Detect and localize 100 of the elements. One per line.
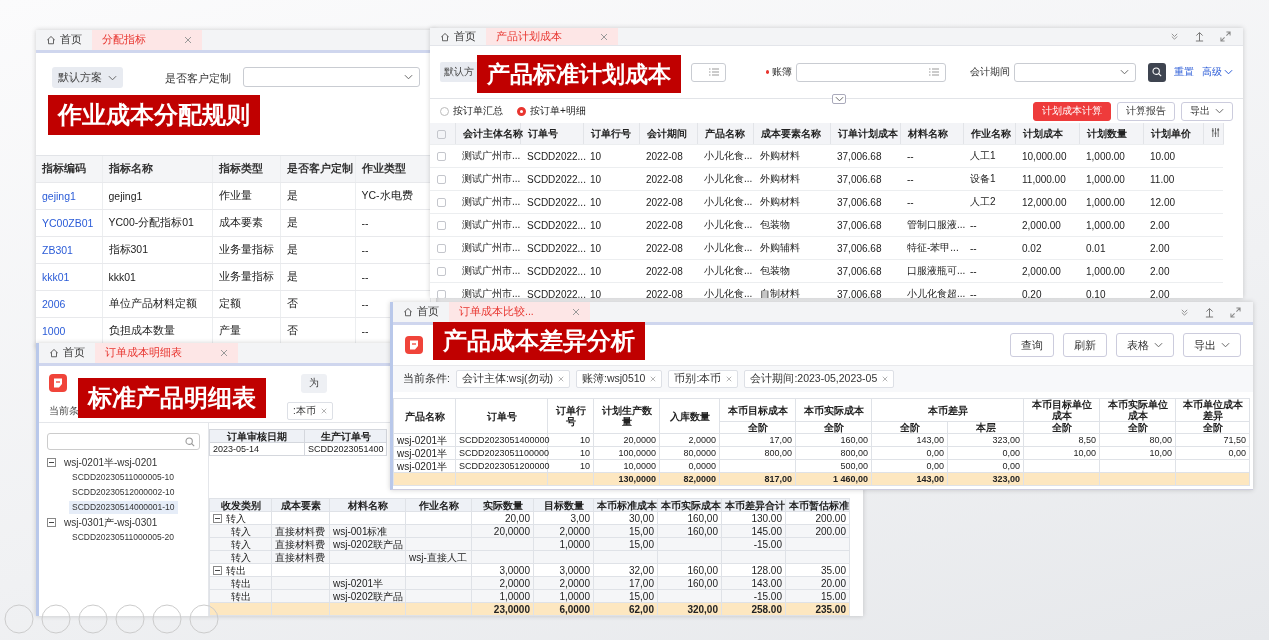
caret-icon: [108, 74, 117, 81]
checkbox[interactable]: [437, 244, 446, 254]
search-button[interactable]: [1148, 62, 1166, 82]
column-header: 本币差异合计: [721, 498, 786, 512]
tree-item[interactable]: SCDD20230511000005-20: [69, 531, 177, 544]
more-icon[interactable]: [189, 604, 219, 634]
checkbox[interactable]: [437, 129, 446, 139]
order-field[interactable]: [691, 62, 726, 82]
scheme-dropdown[interactable]: 默认方案: [52, 67, 123, 88]
collapse-icon[interactable]: [213, 565, 222, 575]
table-cell: 小儿化食...: [697, 167, 753, 191]
close-icon[interactable]: [600, 32, 608, 41]
pen-icon[interactable]: [78, 604, 108, 634]
title-banner: 标准产品明细表: [78, 378, 266, 418]
code-link[interactable]: gejing1: [42, 190, 76, 202]
previous-icon[interactable]: [4, 604, 34, 634]
button[interactable]: 计划成本计算: [1033, 101, 1111, 121]
table-cell: 定额: [212, 290, 280, 318]
close-icon[interactable]: [184, 36, 192, 44]
tab[interactable]: 订单成本明细表: [95, 343, 238, 363]
table-cell: 12,000.00: [1015, 190, 1079, 214]
reset-link[interactable]: 重置: [1174, 65, 1194, 79]
upload-icon[interactable]: [1195, 31, 1204, 42]
column-header: 订单号: [455, 398, 548, 434]
dropdown-button[interactable]: 导出: [1183, 333, 1241, 357]
close-icon[interactable]: [320, 408, 327, 414]
code-link[interactable]: 1000: [42, 325, 66, 337]
slides-icon[interactable]: [115, 604, 145, 634]
checkbox[interactable]: [437, 175, 446, 185]
column-header: 作业类型: [355, 156, 430, 183]
close-icon[interactable]: [220, 349, 228, 357]
close-icon[interactable]: [650, 376, 657, 382]
button[interactable]: 计算报告: [1117, 101, 1175, 121]
tree-item[interactable]: SCDD20230512000002-10: [69, 486, 178, 499]
table-cell: 外购材料: [753, 167, 830, 191]
tab[interactable]: 首页: [36, 30, 92, 50]
next-icon[interactable]: [41, 604, 71, 634]
tree-item[interactable]: SCDD20230514000001-10: [69, 501, 178, 514]
code-link[interactable]: YC00ZB01: [42, 217, 94, 229]
collapse-icon[interactable]: [213, 513, 222, 523]
checkbox[interactable]: [437, 267, 446, 277]
table-cell: 测试广州市...: [455, 167, 520, 191]
dropdown-button[interactable]: 导出: [1181, 101, 1233, 121]
tab[interactable]: 分配指标: [92, 30, 202, 50]
column-header: 本币差异: [871, 398, 1024, 422]
radio-label: 按订单汇总: [453, 104, 503, 118]
search-icon: [185, 436, 195, 447]
search-icon[interactable]: [152, 604, 182, 634]
tree-item[interactable]: wsj-0301产-wsj-0301: [61, 516, 161, 529]
expand-toggle[interactable]: [832, 94, 846, 104]
condition-tag: 会计主体:wsj(勿动): [455, 370, 570, 388]
button[interactable]: 查询: [1010, 333, 1054, 357]
tab[interactable]: 订单成本比较...: [449, 302, 590, 322]
close-icon[interactable]: [558, 376, 564, 382]
period-select[interactable]: [1014, 62, 1137, 82]
button[interactable]: 为: [301, 373, 327, 393]
code-link[interactable]: ZB301: [42, 244, 73, 256]
table-cell: 800,00: [719, 446, 796, 460]
checkbox[interactable]: [437, 221, 446, 231]
checkbox[interactable]: [437, 198, 446, 208]
tab[interactable]: 产品计划成本: [486, 28, 618, 45]
collapse-icon[interactable]: [47, 458, 56, 467]
close-icon[interactable]: [571, 308, 580, 316]
table-cell: 2,0000: [659, 433, 720, 447]
table-cell: 测试广州市...: [455, 190, 520, 214]
ledger-field[interactable]: [796, 62, 946, 82]
checkbox[interactable]: [437, 152, 446, 162]
tab[interactable]: 首页: [39, 343, 95, 363]
upload-icon[interactable]: [1205, 306, 1214, 318]
collapse-icon[interactable]: [47, 518, 56, 527]
fullscreen-icon[interactable]: [1230, 306, 1241, 318]
tree-item[interactable]: wsj-0201半-wsj-0201: [61, 456, 161, 469]
column-header: 作业名称: [963, 123, 1015, 145]
search-field[interactable]: [47, 433, 200, 450]
column-header: 指标编码: [36, 156, 102, 183]
table-cell: 10: [583, 213, 639, 237]
checkbox[interactable]: [437, 290, 446, 298]
table-cell: SCDD2023051200000: [455, 459, 548, 473]
code-link[interactable]: kkk01: [42, 271, 70, 283]
table-cell: 0,00: [1175, 446, 1250, 460]
dropdown-button[interactable]: 表格: [1116, 333, 1174, 357]
close-icon[interactable]: [882, 376, 889, 382]
column-settings-icon[interactable]: [1210, 128, 1220, 137]
tab[interactable]: 首页: [430, 28, 486, 45]
table-cell: 是: [280, 182, 355, 210]
column-header: 材料名称: [329, 498, 406, 512]
table-cell: 特征-苯甲...: [900, 236, 963, 260]
scheme-dropdown[interactable]: 默认方: [440, 62, 478, 82]
close-icon[interactable]: [726, 376, 733, 382]
code-link[interactable]: 2006: [42, 298, 66, 310]
table-cell: 口服液瓶可...: [900, 259, 963, 283]
table-cell: 单位产品材料定额: [102, 290, 212, 318]
table-cell: 2022-08: [639, 259, 697, 283]
radio-button[interactable]: [517, 106, 526, 116]
button[interactable]: 刷新: [1063, 333, 1107, 357]
advanced-link[interactable]: 高级: [1202, 65, 1233, 79]
table-cell: 2022-08: [639, 190, 697, 214]
tree-item[interactable]: SCDD20230511000005-10: [69, 471, 177, 484]
select-field[interactable]: [243, 67, 420, 87]
fullscreen-icon[interactable]: [1220, 31, 1231, 42]
